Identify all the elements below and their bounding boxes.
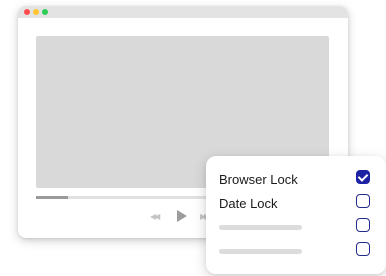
lock-option-placeholder[interactable] (219, 242, 375, 262)
placeholder-label-bar (219, 249, 302, 254)
lock-option-date-lock[interactable]: Date Lock (219, 194, 375, 214)
placeholder-checkbox[interactable] (356, 218, 370, 232)
placeholder-label-bar (219, 225, 302, 230)
stage: ◀◀ ▶▶ Browser Lock Date Lock (0, 0, 386, 276)
minimize-window-button[interactable] (33, 9, 39, 15)
close-window-button[interactable] (24, 9, 30, 15)
browser-lock-checkbox[interactable] (356, 170, 370, 184)
video-progress-fill (36, 196, 69, 199)
lock-option-browser-lock[interactable]: Browser Lock (219, 170, 375, 190)
lock-option-label: Browser Lock (219, 172, 298, 187)
rewind-icon[interactable]: ◀◀ (150, 210, 160, 224)
placeholder-checkbox[interactable] (356, 242, 370, 256)
lock-option-placeholder[interactable] (219, 218, 375, 238)
maximize-window-button[interactable] (42, 9, 48, 15)
lock-options-panel: Browser Lock Date Lock (206, 156, 386, 274)
date-lock-checkbox[interactable] (356, 194, 370, 208)
play-icon[interactable] (177, 210, 187, 222)
checkmark-icon (357, 171, 369, 182)
title-bar (18, 6, 348, 18)
lock-option-label: Date Lock (219, 196, 278, 211)
